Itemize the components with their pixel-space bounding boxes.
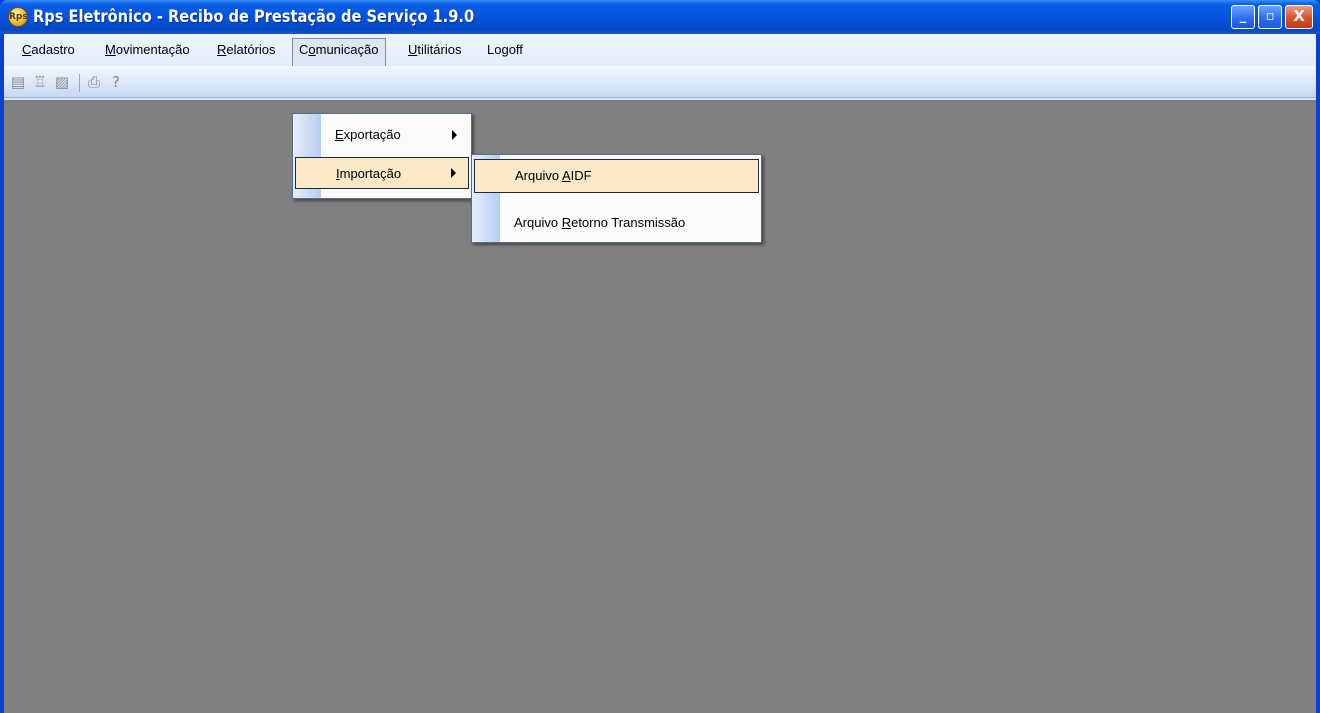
- restore-button[interactable]: ▫: [1258, 5, 1282, 29]
- menu-item-arquivo-aidf[interactable]: Arquivo AIDF: [474, 159, 759, 193]
- help-icon[interactable]: ?: [108, 73, 124, 91]
- title-bar[interactable]: Rps Rps Eletrônico - Recibo de Prestação…: [0, 0, 1320, 34]
- minimize-icon: _: [1239, 9, 1247, 24]
- menu-item-exportacao[interactable]: Exportação: [293, 119, 471, 151]
- menu-item-arquivo-retorno-transmissao[interactable]: Arquivo Retorno Transmissão: [472, 207, 761, 239]
- window-title: Rps Eletrônico - Recibo de Prestação de …: [33, 7, 475, 27]
- menu-movimentacao[interactable]: Movimentação: [99, 38, 196, 62]
- menu-relatorios[interactable]: Relatórios: [211, 38, 282, 62]
- submenu-arrow-icon: [452, 130, 457, 140]
- close-button[interactable]: X: [1285, 5, 1313, 29]
- menu-cadastro[interactable]: Cadastro: [16, 38, 81, 62]
- toolbar: ▤ ♖ ▨ ⎙ ?: [4, 66, 1316, 98]
- menu-comunicacao[interactable]: Comunicação: [292, 38, 386, 66]
- minimize-button[interactable]: _: [1231, 5, 1255, 29]
- save-icon[interactable]: ▤: [10, 73, 26, 91]
- restore-icon: ▫: [1265, 9, 1275, 24]
- edit-icon[interactable]: ▨: [54, 73, 70, 91]
- print-icon[interactable]: ⎙: [86, 73, 102, 91]
- menu-logoff[interactable]: Logoff: [481, 38, 529, 62]
- app-window: Rps Rps Eletrônico - Recibo de Prestação…: [0, 0, 1320, 713]
- comunicacao-menu: Exportação Importação: [292, 113, 472, 199]
- importacao-submenu: Arquivo AIDF Arquivo Retorno Transmissão: [471, 154, 762, 243]
- menu-bar: Cadastro Movimentação Relatórios Comunic…: [4, 34, 1316, 100]
- submenu-arrow-icon: [451, 168, 456, 178]
- menu-utilitarios[interactable]: Utilitários: [402, 38, 467, 62]
- cancel-icon[interactable]: ♖: [32, 73, 48, 91]
- close-icon: X: [1293, 7, 1305, 25]
- menu-row: Cadastro Movimentação Relatórios Comunic…: [4, 34, 1316, 66]
- menu-item-importacao[interactable]: Importação: [295, 157, 469, 189]
- app-logo-icon: Rps: [8, 7, 28, 27]
- toolbar-separator: [79, 74, 80, 92]
